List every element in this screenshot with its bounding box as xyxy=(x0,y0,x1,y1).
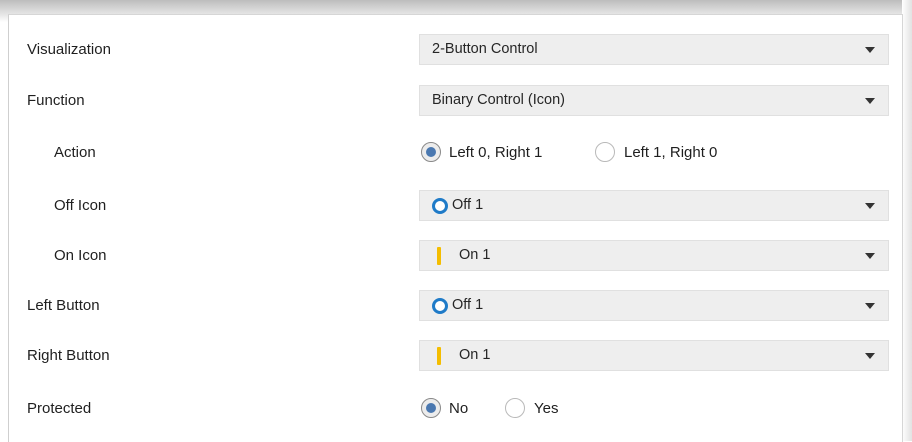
action-option-left1-right0[interactable]: Left 1, Right 0 xyxy=(595,128,755,178)
chevron-down-icon xyxy=(865,47,875,53)
off-icon-dropdown[interactable]: Off 1 xyxy=(419,190,889,221)
visualization-label: Visualization xyxy=(27,41,111,58)
function-label: Function xyxy=(27,92,85,109)
right-button-dropdown[interactable]: On 1 xyxy=(419,340,889,371)
radio-checked-icon[interactable] xyxy=(421,142,441,162)
chevron-down-icon xyxy=(865,98,875,104)
row-on-icon: On Icon On 1 xyxy=(9,231,902,281)
visualization-dropdown[interactable]: 2-Button Control xyxy=(419,34,889,65)
function-value: Binary Control (Icon) xyxy=(432,92,565,108)
row-visualization: Visualization 2-Button Control xyxy=(9,25,902,75)
action-option-label: Left 0, Right 1 xyxy=(449,144,543,161)
on-icon-value: On 1 xyxy=(459,247,491,263)
protected-option-no[interactable]: No xyxy=(419,384,489,434)
on-icon-label: On Icon xyxy=(54,247,107,264)
left-button-value: Off 1 xyxy=(452,297,484,313)
row-protected: Protected No Yes xyxy=(9,384,902,434)
chevron-down-icon xyxy=(865,253,875,259)
action-label: Action xyxy=(54,144,96,161)
row-off-icon: Off Icon Off 1 xyxy=(9,181,902,231)
window-shadow-right xyxy=(902,0,912,441)
action-option-left0-right1[interactable]: Left 0, Right 1 xyxy=(419,128,579,178)
protected-label: Protected xyxy=(27,400,92,417)
bar-icon xyxy=(437,247,441,265)
protected-option-label: Yes xyxy=(534,400,559,417)
protected-option-yes[interactable]: Yes xyxy=(505,384,575,434)
row-action: Action Left 0, Right 1 Left 1, Right 0 xyxy=(9,128,902,178)
ring-icon xyxy=(432,198,448,214)
off-icon-label: Off Icon xyxy=(54,197,107,214)
radio-checked-icon[interactable] xyxy=(421,398,441,418)
parameters-panel: Visualization 2-Button Control Function … xyxy=(8,14,903,442)
bar-icon xyxy=(437,347,441,365)
right-button-label: Right Button xyxy=(27,347,110,364)
left-button-label: Left Button xyxy=(27,297,100,314)
off-icon-value: Off 1 xyxy=(452,197,484,213)
radio-unchecked-icon[interactable] xyxy=(595,142,615,162)
radio-unchecked-icon[interactable] xyxy=(505,398,525,418)
chevron-down-icon xyxy=(865,203,875,209)
action-option-label: Left 1, Right 0 xyxy=(624,144,718,161)
function-dropdown[interactable]: Binary Control (Icon) xyxy=(419,85,889,116)
visualization-value: 2-Button Control xyxy=(432,41,538,57)
row-left-button: Left Button Off 1 xyxy=(9,281,902,331)
chevron-down-icon xyxy=(865,353,875,359)
row-right-button: Right Button On 1 xyxy=(9,331,902,381)
chevron-down-icon xyxy=(865,303,875,309)
ring-icon xyxy=(432,298,448,314)
protected-option-label: No xyxy=(449,400,469,417)
row-function: Function Binary Control (Icon) xyxy=(9,76,902,126)
left-button-dropdown[interactable]: Off 1 xyxy=(419,290,889,321)
right-button-value: On 1 xyxy=(459,347,491,363)
on-icon-dropdown[interactable]: On 1 xyxy=(419,240,889,271)
